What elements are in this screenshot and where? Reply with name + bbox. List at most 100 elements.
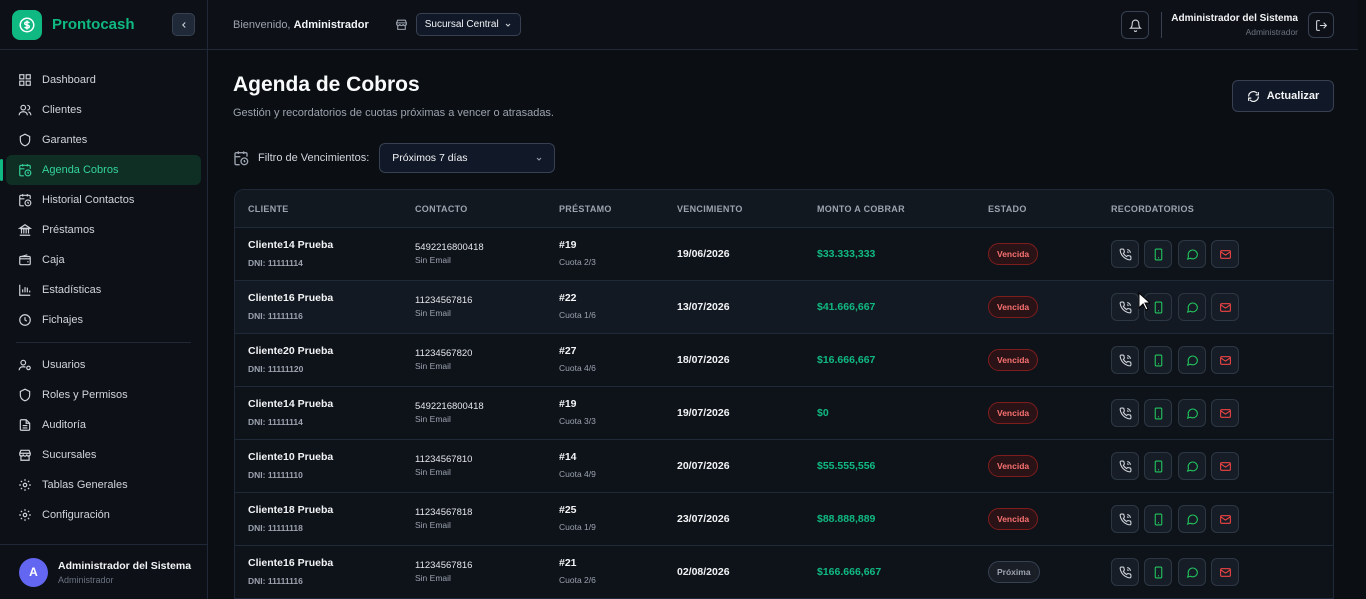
sidebar-item-configuracion[interactable]: Configuración xyxy=(6,500,201,530)
sidebar-item-garantes[interactable]: Garantes xyxy=(6,125,201,155)
due-date: 23/07/2026 xyxy=(677,513,730,525)
table-row[interactable]: Cliente20 Prueba DNI: 11111120 11234567820… xyxy=(235,334,1333,387)
client-name: Cliente10 Prueba xyxy=(248,451,334,463)
status-badge: Vencida xyxy=(988,349,1039,371)
sidebar-item-historial-contactos[interactable]: Historial Contactos xyxy=(6,185,201,215)
topbar: Bienvenido, Administrador Sucursal Centr… xyxy=(208,0,1366,50)
whatsapp-reminder-button[interactable] xyxy=(1178,505,1206,533)
sms-reminder-button[interactable] xyxy=(1144,240,1172,268)
loan-id: #21 xyxy=(559,557,577,569)
client-name: Cliente20 Prueba xyxy=(248,345,334,357)
collapse-sidebar-button[interactable] xyxy=(172,13,195,36)
due-filter-select[interactable]: Próximos 7 días xyxy=(379,143,556,173)
whatsapp-reminder-button[interactable] xyxy=(1178,399,1206,427)
smartphone-icon xyxy=(1154,407,1162,419)
welcome-text: Bienvenido, Administrador xyxy=(233,19,369,31)
sidebar-item-usuarios[interactable]: Usuarios xyxy=(6,350,201,380)
call-reminder-button[interactable] xyxy=(1111,240,1139,268)
phone-call-icon xyxy=(1119,407,1131,419)
logout-button[interactable] xyxy=(1308,12,1334,38)
table-body: Cliente14 Prueba DNI: 11111114 54922168004… xyxy=(235,228,1333,599)
sidebar-item-caja[interactable]: Caja xyxy=(6,245,201,275)
smartphone-icon xyxy=(1154,513,1162,525)
email-reminder-button[interactable] xyxy=(1211,452,1239,480)
email-reminder-button[interactable] xyxy=(1211,240,1239,268)
email-reminder-button[interactable] xyxy=(1211,558,1239,586)
sms-reminder-button[interactable] xyxy=(1144,399,1172,427)
sidebar-item-label: Sucursales xyxy=(42,449,97,461)
sidebar-item-label: Usuarios xyxy=(42,359,86,371)
bank-icon xyxy=(18,224,32,236)
sidebar-item-agenda-cobros[interactable]: Agenda Cobros xyxy=(0,155,201,185)
client-dni: DNI: 11111120 xyxy=(248,364,304,374)
contact-phone: 11234567818 xyxy=(415,507,473,518)
sidebar-divider xyxy=(16,342,191,343)
wallet-icon xyxy=(19,254,31,266)
column-header: ESTADO xyxy=(988,204,1027,214)
whatsapp-reminder-button[interactable] xyxy=(1178,346,1206,374)
amount-due: $55.555,556 xyxy=(817,460,876,472)
bar-chart-icon xyxy=(19,284,31,296)
status-badge: Vencida xyxy=(988,296,1039,318)
loan-id: #19 xyxy=(559,398,577,410)
branch-select[interactable]: Sucursal Central xyxy=(415,13,521,36)
call-reminder-button[interactable] xyxy=(1111,505,1139,533)
table-row[interactable]: Cliente10 Prueba DNI: 11111110 11234567810… xyxy=(235,440,1333,493)
table-row[interactable]: Cliente16 Prueba DNI: 11111116 11234567816… xyxy=(235,546,1333,599)
refresh-button[interactable]: Actualizar xyxy=(1232,80,1334,112)
brand-header: Prontocash xyxy=(0,0,207,50)
store-icon xyxy=(395,19,407,30)
table-row[interactable]: Cliente14 Prueba DNI: 11111114 54922168004… xyxy=(235,228,1333,281)
phone-call-icon xyxy=(1119,460,1131,472)
phone-call-icon xyxy=(1119,301,1131,313)
users-icon xyxy=(18,104,32,116)
status-badge: Próxima xyxy=(988,561,1040,583)
contact-phone: 11234567816 xyxy=(415,560,473,571)
sms-reminder-button[interactable] xyxy=(1144,346,1172,374)
sidebar-item-clientes[interactable]: Clientes xyxy=(6,95,201,125)
client-dni: DNI: 11111114 xyxy=(248,258,303,268)
sidebar-item-tablas-generales[interactable]: Tablas Generales xyxy=(6,470,201,500)
email-reminder-button[interactable] xyxy=(1211,505,1239,533)
email-reminder-button[interactable] xyxy=(1211,346,1239,374)
call-reminder-button[interactable] xyxy=(1111,346,1139,374)
table-row[interactable]: Cliente16 Prueba DNI: 11111116 11234567816… xyxy=(235,281,1333,334)
scrollbar[interactable] xyxy=(1358,0,1366,599)
sidebar-item-fichajes[interactable]: Fichajes xyxy=(6,305,201,335)
contact-email: Sin Email xyxy=(415,308,451,318)
sidebar-item-sucursales[interactable]: Sucursales xyxy=(6,440,201,470)
status-badge: Vencida xyxy=(988,508,1039,530)
topbar-user-role: Administrador xyxy=(1245,27,1298,37)
email-reminder-button[interactable] xyxy=(1211,399,1239,427)
sidebar: Prontocash Dashboard Clientes Garantes A… xyxy=(0,0,208,599)
chevron-down-icon xyxy=(536,157,542,161)
installment: Cuota 4/9 xyxy=(559,469,596,479)
table-row[interactable]: Cliente14 Prueba DNI: 11111114 54922168004… xyxy=(235,387,1333,440)
call-reminder-button[interactable] xyxy=(1111,399,1139,427)
call-reminder-button[interactable] xyxy=(1111,558,1139,586)
whatsapp-reminder-button[interactable] xyxy=(1178,240,1206,268)
main-content: Agenda de Cobros Gestión y recordatorios… xyxy=(208,51,1358,599)
sidebar-item-prestamos[interactable]: Préstamos xyxy=(6,215,201,245)
sidebar-user-profile[interactable]: A Administrador del Sistema Administrado… xyxy=(0,544,207,599)
notifications-button[interactable] xyxy=(1121,11,1150,39)
whatsapp-reminder-button[interactable] xyxy=(1178,558,1206,586)
whatsapp-reminder-button[interactable] xyxy=(1178,293,1206,321)
sms-reminder-button[interactable] xyxy=(1144,558,1172,586)
table-row[interactable]: Cliente18 Prueba DNI: 11111118 11234567818… xyxy=(235,493,1333,546)
sidebar-item-dashboard[interactable]: Dashboard xyxy=(6,65,201,95)
sidebar-item-estadisticas[interactable]: Estadísticas xyxy=(6,275,201,305)
sidebar-item-auditoria[interactable]: Auditoría xyxy=(6,410,201,440)
sidebar-user-name: Administrador del Sistema xyxy=(58,559,192,572)
sms-reminder-button[interactable] xyxy=(1144,452,1172,480)
welcome-prefix: Bienvenido, xyxy=(233,18,291,31)
email-reminder-button[interactable] xyxy=(1211,293,1239,321)
status-badge: Vencida xyxy=(988,243,1039,265)
whatsapp-reminder-button[interactable] xyxy=(1178,452,1206,480)
topbar-user-name: Administrador del Sistema xyxy=(1171,13,1298,24)
call-reminder-button[interactable] xyxy=(1111,293,1139,321)
sidebar-item-roles-permisos[interactable]: Roles y Permisos xyxy=(6,380,201,410)
sms-reminder-button[interactable] xyxy=(1144,505,1172,533)
chevron-down-icon xyxy=(505,23,511,27)
call-reminder-button[interactable] xyxy=(1111,452,1139,480)
